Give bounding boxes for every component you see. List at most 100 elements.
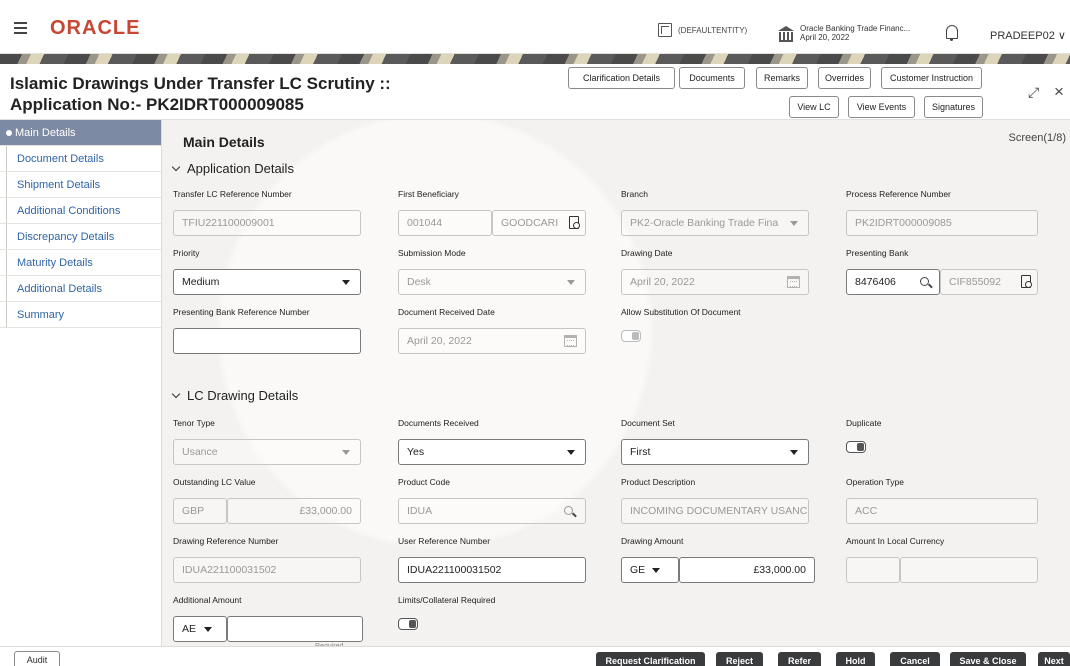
doc-received-date-input: April 20, 2022 — [398, 328, 586, 354]
user-name: PRADEEP02 — [990, 30, 1055, 42]
additional-currency-select[interactable]: AE — [173, 616, 227, 642]
request-clarification-button[interactable]: Request Clarification — [596, 652, 705, 666]
hold-button[interactable]: Hold — [836, 652, 875, 666]
field-label: Process Reference Number — [846, 189, 951, 199]
overrides-button[interactable]: Overrides — [818, 67, 871, 89]
tenor-type-value: Usance — [182, 446, 218, 458]
save-close-button[interactable]: Save & Close — [950, 652, 1026, 666]
product-description-input: INCOMING DOCUMENTARY USANCE — [621, 498, 809, 524]
view-events-button[interactable]: View Events — [848, 96, 915, 118]
notification-bell-icon[interactable] — [946, 25, 958, 41]
product-code-input: IDUA — [398, 498, 586, 524]
sidebar-item-label: Discrepancy Details — [17, 230, 115, 243]
drawing-currency-select[interactable]: GE — [621, 557, 679, 583]
sidebar-item-shipment-details[interactable]: Shipment Details — [0, 172, 161, 198]
search-icon[interactable] — [920, 277, 929, 286]
document-lookup-icon[interactable] — [569, 216, 580, 229]
outstanding-amount: £33,000.00 — [227, 498, 361, 524]
application-details-section-toggle[interactable]: Application Details — [171, 161, 294, 176]
documents-button[interactable]: Documents — [679, 67, 745, 89]
additional-amount-input[interactable] — [227, 616, 363, 642]
duplicate-field: Duplicate — [846, 417, 1036, 453]
presenting-bank-field: Presenting Bank 8476406 CIF855092 — [846, 247, 1038, 295]
sidebar-item-additional-conditions[interactable]: Additional Conditions — [0, 198, 161, 224]
clarification-details-button[interactable]: Clarification Details — [568, 67, 675, 89]
drawing-date-input: April 20, 2022 — [621, 269, 809, 295]
field-label: Product Code — [398, 477, 450, 487]
chevron-down-icon: ∨ — [1057, 30, 1066, 42]
submission-mode-field: Submission Mode Desk — [398, 247, 588, 295]
presenting-bank-ref-input[interactable] — [173, 328, 361, 354]
field-label: Limits/Collateral Required — [398, 595, 496, 605]
product-description-field: Product Description INCOMING DOCUMENTARY… — [621, 476, 811, 524]
priority-value: Medium — [182, 276, 220, 288]
calendar-icon — [564, 335, 577, 347]
user-ref-field: User Reference Number IDUA221100031502 — [398, 535, 588, 583]
next-button[interactable]: Next — [1038, 652, 1070, 666]
reject-button[interactable]: Reject — [716, 652, 763, 666]
field-label: Allow Substitution Of Document — [621, 307, 741, 317]
doc-received-date-value: April 20, 2022 — [407, 335, 472, 347]
document-set-value: First — [630, 446, 651, 458]
user-menu[interactable]: PRADEEP02 ∨ — [990, 29, 1066, 42]
priority-select[interactable]: Medium — [173, 269, 361, 295]
outstanding-lc-value-field: Outstanding LC Value GBP £33,000.00 — [173, 476, 363, 524]
branch-selector[interactable]: Oracle Banking Trade Financ... April 20,… — [778, 24, 910, 42]
sidebar-item-maturity-details[interactable]: Maturity Details — [0, 250, 161, 276]
field-label: Priority — [173, 248, 200, 258]
audit-button[interactable]: Audit — [14, 651, 60, 666]
field-label: Drawing Date — [621, 248, 673, 258]
document-set-select[interactable]: First — [621, 439, 809, 465]
top-bar: ORACLE (DEFAULTENTITY) Oracle Banking Tr… — [0, 0, 1070, 54]
sidebar-item-discrepancy-details[interactable]: Discrepancy Details — [0, 224, 161, 250]
caret-down-icon — [567, 280, 575, 285]
sidebar-item-label: Maturity Details — [17, 256, 93, 269]
cancel-button[interactable]: Cancel — [890, 652, 940, 666]
page-title: Islamic Drawings Under Transfer LC Scrut… — [10, 74, 391, 114]
sidebar-item-main-details[interactable]: Main Details — [0, 120, 161, 146]
signatures-button[interactable]: Signatures — [924, 96, 983, 118]
caret-down-icon — [342, 280, 350, 285]
footer: Audit Request Clarification Reject Refer… — [0, 646, 1070, 666]
duplicate-toggle[interactable] — [846, 441, 866, 453]
remarks-button[interactable]: Remarks — [756, 67, 808, 89]
close-icon[interactable]: × — [1054, 82, 1064, 102]
hamburger-menu-icon[interactable] — [14, 22, 27, 34]
local-amount — [900, 557, 1038, 583]
field-label: Outstanding LC Value — [173, 477, 256, 487]
expand-icon[interactable]: ⤢ — [1028, 84, 1039, 101]
field-label: Amount In Local Currency — [846, 536, 945, 546]
building-icon — [658, 23, 672, 37]
tenor-type-field: Tenor Type Usance — [173, 417, 363, 465]
sidebar-item-document-details[interactable]: Document Details — [0, 146, 161, 172]
refer-button[interactable]: Refer — [778, 652, 821, 666]
drawing-currency-value: GE — [630, 564, 646, 576]
sidebar-item-additional-details[interactable]: Additional Details — [0, 276, 161, 302]
document-lookup-icon[interactable] — [1021, 275, 1032, 288]
doc-received-date-field: Document Received Date April 20, 2022 — [398, 306, 588, 354]
user-ref-input[interactable]: IDUA221100031502 — [398, 557, 586, 583]
drawing-ref-field: Drawing Reference Number IDUA22110003150… — [173, 535, 363, 583]
presenting-bank-input[interactable]: 8476406 — [846, 269, 940, 295]
field-label: Submission Mode — [398, 248, 466, 258]
presenting-bank-value: 8476406 — [855, 276, 896, 288]
transfer-lc-ref-field: Transfer LC Reference Number TFIU2211000… — [173, 188, 363, 236]
view-lc-button[interactable]: View LC — [789, 96, 839, 118]
customer-instruction-button[interactable]: Customer Instruction — [881, 67, 982, 89]
chevron-down-icon — [171, 162, 181, 171]
sidebar-item-summary[interactable]: Summary — [0, 302, 161, 328]
lc-drawing-details-section-toggle[interactable]: LC Drawing Details — [171, 388, 299, 403]
field-label: Drawing Reference Number — [173, 536, 279, 546]
first-beneficiary-field: First Beneficiary 001044 GOODCARI — [398, 188, 588, 236]
entity-selector[interactable]: (DEFAULTENTITY) — [658, 17, 747, 43]
caret-down-icon — [652, 568, 660, 573]
documents-received-select[interactable]: Yes — [398, 439, 586, 465]
process-ref-input: PK2IDRT000009085 — [846, 210, 1038, 236]
caret-down-icon — [790, 221, 798, 226]
main-content: Main Details Screen(1/8) Application Det… — [163, 120, 1070, 650]
caret-down-icon — [790, 450, 798, 455]
section-title: LC Drawing Details — [187, 388, 299, 403]
limits-collateral-toggle[interactable] — [398, 618, 418, 630]
sidebar-item-label: Additional Details — [17, 282, 102, 295]
drawing-amount-input[interactable]: £33,000.00 — [679, 557, 815, 583]
